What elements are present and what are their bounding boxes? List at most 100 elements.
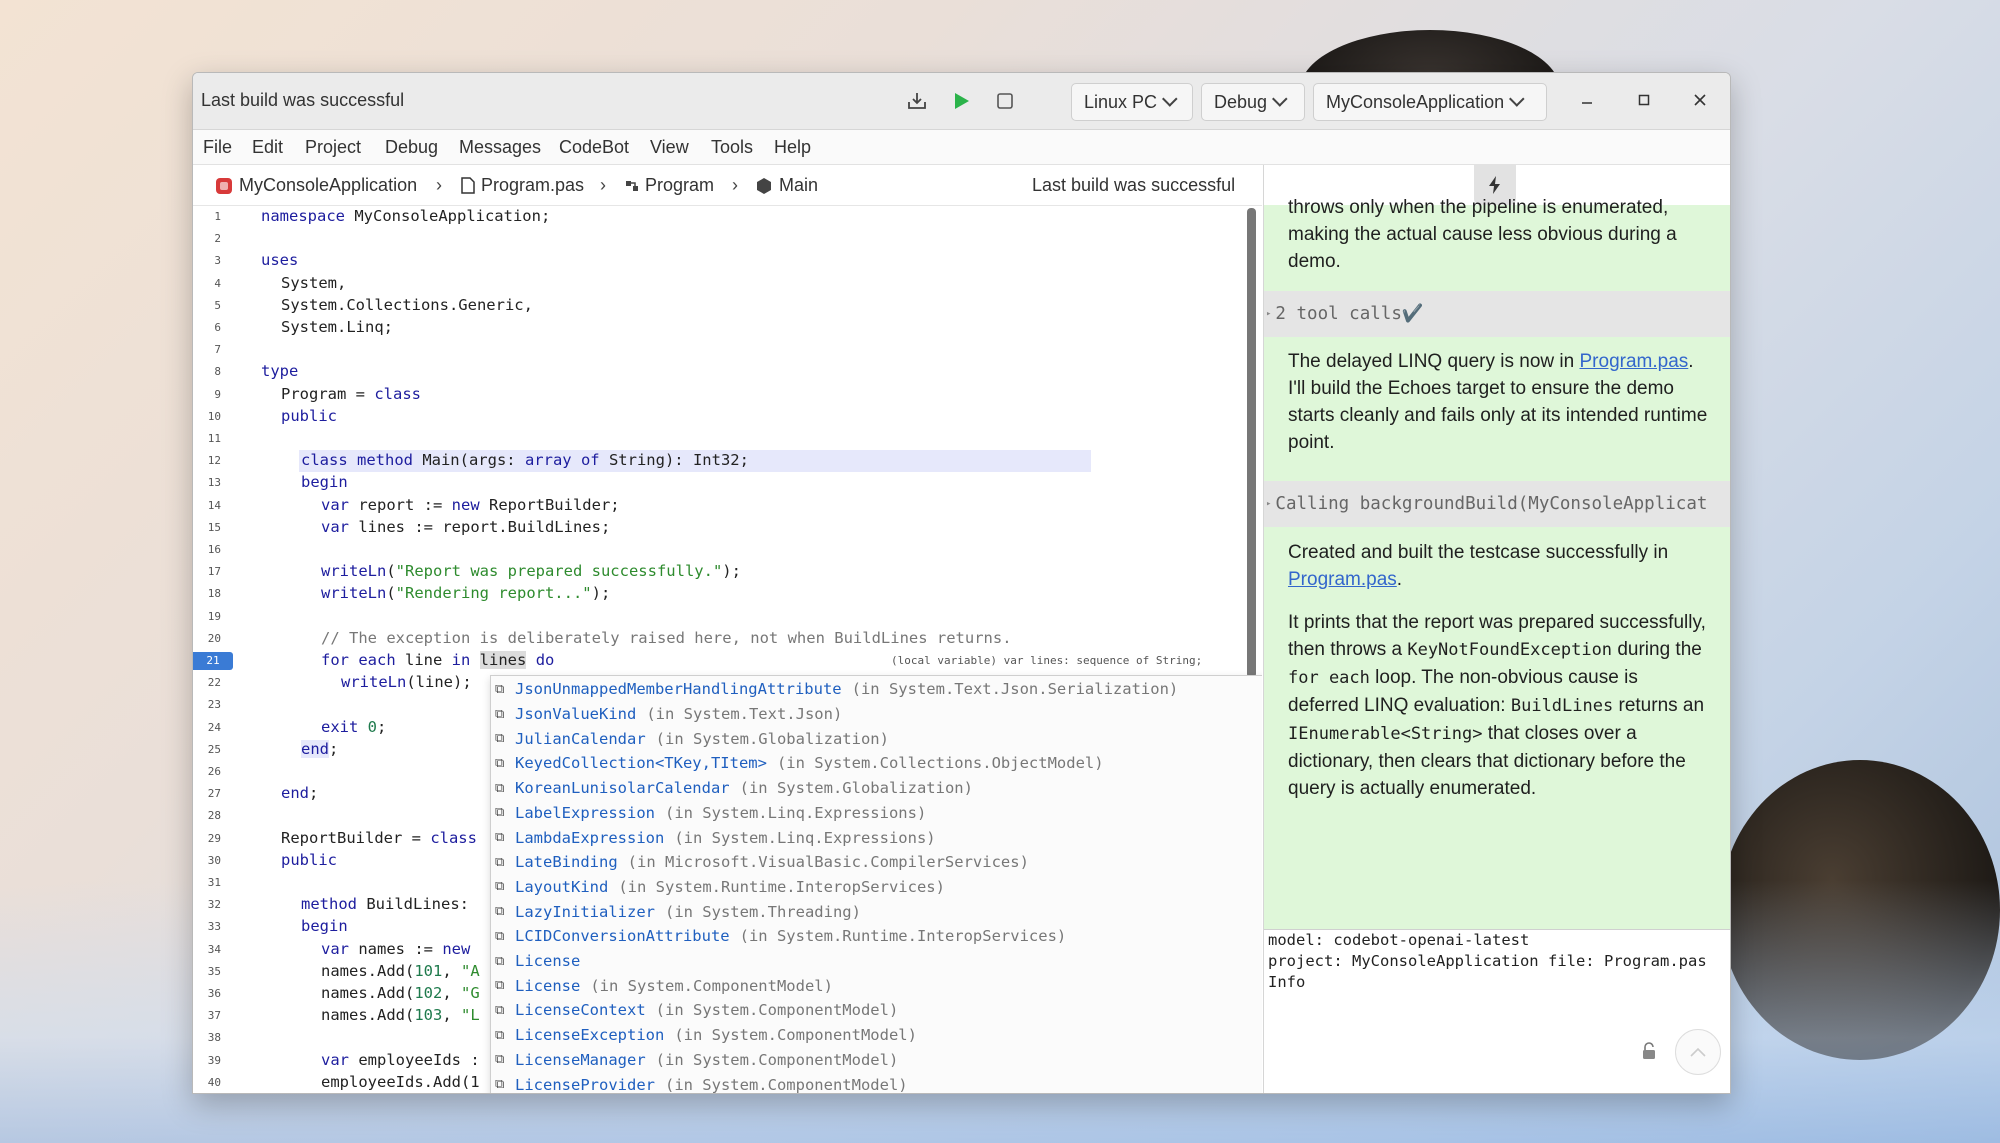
class-icon: ⧉ bbox=[495, 731, 505, 747]
completion-item[interactable]: ⧉ LicenseContext (in System.ComponentModel… bbox=[491, 998, 1262, 1023]
tool-call-status[interactable]: ▸ Calling backgroundBuild(MyConsoleApplic… bbox=[1264, 481, 1730, 527]
menu-messages[interactable]: Messages bbox=[459, 137, 541, 158]
completion-item[interactable]: ⧉ JsonUnmappedMemberHandlingAttribute (in … bbox=[491, 677, 1262, 702]
build-status-title: Last build was successful bbox=[201, 90, 405, 110]
configuration-label: Debug bbox=[1214, 91, 1268, 112]
code-line: 18 writeLn("Rendering report..."); bbox=[207, 584, 611, 603]
completion-item[interactable]: ⧉ JulianCalendar (in System.Globalization) bbox=[491, 726, 1262, 751]
file-icon bbox=[461, 177, 475, 194]
completion-item-namespace: (in System.Globalization) bbox=[655, 729, 889, 748]
completion-item[interactable]: ⧉ JsonValueKind (in System.Text.Json) bbox=[491, 702, 1262, 727]
tool-calls-summary[interactable]: ▸ 2 tool calls✔️ bbox=[1264, 291, 1730, 337]
method-icon bbox=[757, 177, 771, 194]
completion-item-namespace: (in System.Text.Json) bbox=[646, 705, 843, 724]
completion-item[interactable]: ⧉ LabelExpression (in System.Linq.Expressi… bbox=[491, 801, 1262, 826]
title-bar: Last build was successful Linux PC Debug… bbox=[193, 73, 1730, 130]
run-icon[interactable] bbox=[947, 87, 975, 115]
codebot-chat-panel: throws only when the pipeline is enumera… bbox=[1263, 165, 1730, 1093]
configuration-dropdown[interactable]: Debug bbox=[1201, 83, 1305, 121]
class-icon: ⧉ bbox=[495, 928, 505, 944]
breadcrumb-type[interactable]: Program bbox=[623, 175, 714, 196]
completion-item-name: LazyInitializer bbox=[515, 902, 655, 921]
menu-codebot[interactable]: CodeBot bbox=[559, 137, 629, 158]
completion-item-name: LCIDConversionAttribute bbox=[515, 927, 730, 946]
completion-item[interactable]: ⧉ LicenseException (in System.ComponentMod… bbox=[491, 1023, 1262, 1048]
breadcrumb-file[interactable]: Program.pas bbox=[461, 175, 584, 196]
breadcrumb-method-label: Main bbox=[779, 175, 819, 195]
menu-project[interactable]: Project bbox=[305, 137, 361, 158]
menu-file[interactable]: File bbox=[203, 137, 232, 158]
completion-item-name: LicenseContext bbox=[515, 1001, 646, 1020]
code-line: 8 type bbox=[214, 362, 299, 381]
completion-item[interactable]: ⧉ KeyedCollection<TKey,TItem> (in System.C… bbox=[491, 751, 1262, 776]
stop-icon[interactable] bbox=[991, 87, 1019, 115]
completion-item[interactable]: ⧉ LicenseManager (in System.ComponentModel… bbox=[491, 1048, 1262, 1073]
completion-item-namespace: (in System.ComponentModel) bbox=[655, 1050, 899, 1069]
breadcrumb-project[interactable]: MyConsoleApplication bbox=[215, 175, 417, 196]
class-icon bbox=[626, 180, 638, 191]
deploy-icon[interactable] bbox=[903, 87, 931, 115]
minimize-button[interactable] bbox=[1573, 87, 1601, 115]
completion-item[interactable]: ⧉ LayoutKind (in System.Runtime.InteropSer… bbox=[491, 875, 1262, 900]
info-label: Info bbox=[1268, 973, 1306, 991]
scroll-up-button[interactable] bbox=[1675, 1029, 1721, 1075]
editor-scrollbar[interactable] bbox=[1247, 208, 1256, 678]
code-line: 9 Program = class bbox=[214, 384, 421, 403]
completion-item-namespace: (in System.Globalization) bbox=[739, 779, 973, 798]
completion-item-namespace: (in System.Text.Json.Serialization) bbox=[851, 680, 1179, 699]
code-completion-popup[interactable]: ⧉ JsonUnmappedMemberHandlingAttribute (in … bbox=[490, 675, 1262, 1093]
completion-item[interactable]: ⧉ LateBinding (in Microsoft.VisualBasic.Co… bbox=[491, 850, 1262, 875]
completion-item[interactable]: ⧉ License bbox=[491, 949, 1262, 974]
class-icon: ⧉ bbox=[495, 780, 505, 796]
chevron-down-icon bbox=[1272, 90, 1288, 107]
lock-icon[interactable] bbox=[1640, 1041, 1660, 1061]
breadcrumb-file-label: Program.pas bbox=[481, 175, 585, 195]
completion-item[interactable]: ⧉ License (in System.ComponentModel) bbox=[491, 973, 1262, 998]
class-icon: ⧉ bbox=[495, 854, 505, 870]
close-button[interactable] bbox=[1686, 87, 1714, 115]
menu-help[interactable]: Help bbox=[774, 137, 811, 158]
breadcrumb-project-label: MyConsoleApplication bbox=[239, 175, 418, 195]
completion-item[interactable]: ⧉ LCIDConversionAttribute (in System.Runti… bbox=[491, 924, 1262, 949]
class-icon: ⧉ bbox=[495, 706, 505, 722]
menu-tools[interactable]: Tools bbox=[711, 137, 753, 158]
project-dropdown[interactable]: MyConsoleApplication bbox=[1313, 83, 1547, 121]
code-line-active: 21 for each line in lines do (local variab… bbox=[193, 650, 1233, 672]
class-icon: ⧉ bbox=[495, 1027, 505, 1043]
completion-item[interactable]: ⧉ LicenseProvider (in System.ComponentMode… bbox=[491, 1072, 1262, 1093]
completion-item-name: LayoutKind bbox=[515, 877, 609, 896]
code-line: 16 bbox=[207, 543, 221, 556]
completion-item-name: JulianCalendar bbox=[515, 729, 646, 748]
menu-edit[interactable]: Edit bbox=[252, 137, 283, 158]
code-line: 4 System, bbox=[214, 273, 347, 292]
completion-item-namespace: (in System.ComponentModel) bbox=[664, 1075, 908, 1093]
completion-item-name: License bbox=[515, 952, 581, 971]
code-line: 19 bbox=[207, 609, 221, 623]
maximize-button[interactable] bbox=[1630, 87, 1658, 115]
completion-item-namespace: (in System.Linq.Expressions) bbox=[664, 803, 927, 822]
breadcrumb-separator: › bbox=[600, 175, 606, 195]
class-icon: ⧉ bbox=[495, 879, 505, 895]
chevron-down-icon bbox=[1162, 90, 1178, 107]
completion-item-namespace: (in System.ComponentModel) bbox=[590, 976, 833, 995]
code-editor[interactable]: 1 namespace MyConsoleApplication; 2 3 uses… bbox=[193, 206, 1262, 1093]
completion-item[interactable]: ⧉ KoreanLunisolarCalendar (in System.Globa… bbox=[491, 776, 1262, 801]
file-link[interactable]: Program.pas bbox=[1288, 569, 1397, 590]
code-line: 3 uses bbox=[214, 251, 299, 270]
chat-message: Created and built the testcase successfu… bbox=[1264, 527, 1730, 929]
breadcrumb-method[interactable]: Main bbox=[755, 175, 818, 196]
class-icon: ⧉ bbox=[495, 978, 505, 994]
file-name: Program.pas bbox=[1604, 952, 1707, 970]
breadcrumb-type-label: Program bbox=[645, 175, 715, 195]
completion-item-namespace: (in System.Runtime.InteropServices) bbox=[618, 877, 945, 896]
class-icon: ⧉ bbox=[495, 953, 505, 969]
hover-hint: (local variable) var lines: sequence of … bbox=[891, 654, 1203, 667]
file-link[interactable]: Program.pas bbox=[1580, 351, 1689, 372]
completion-item[interactable]: ⧉ LazyInitializer (in System.Threading) bbox=[491, 899, 1262, 924]
completion-item-name: LicenseException bbox=[515, 1026, 665, 1045]
completion-item[interactable]: ⧉ LambdaExpression (in System.Linq.Express… bbox=[491, 825, 1262, 850]
menu-debug[interactable]: Debug bbox=[385, 137, 438, 158]
menu-view[interactable]: View bbox=[650, 137, 689, 158]
project-icon bbox=[216, 177, 232, 194]
target-device-dropdown[interactable]: Linux PC bbox=[1071, 83, 1193, 121]
